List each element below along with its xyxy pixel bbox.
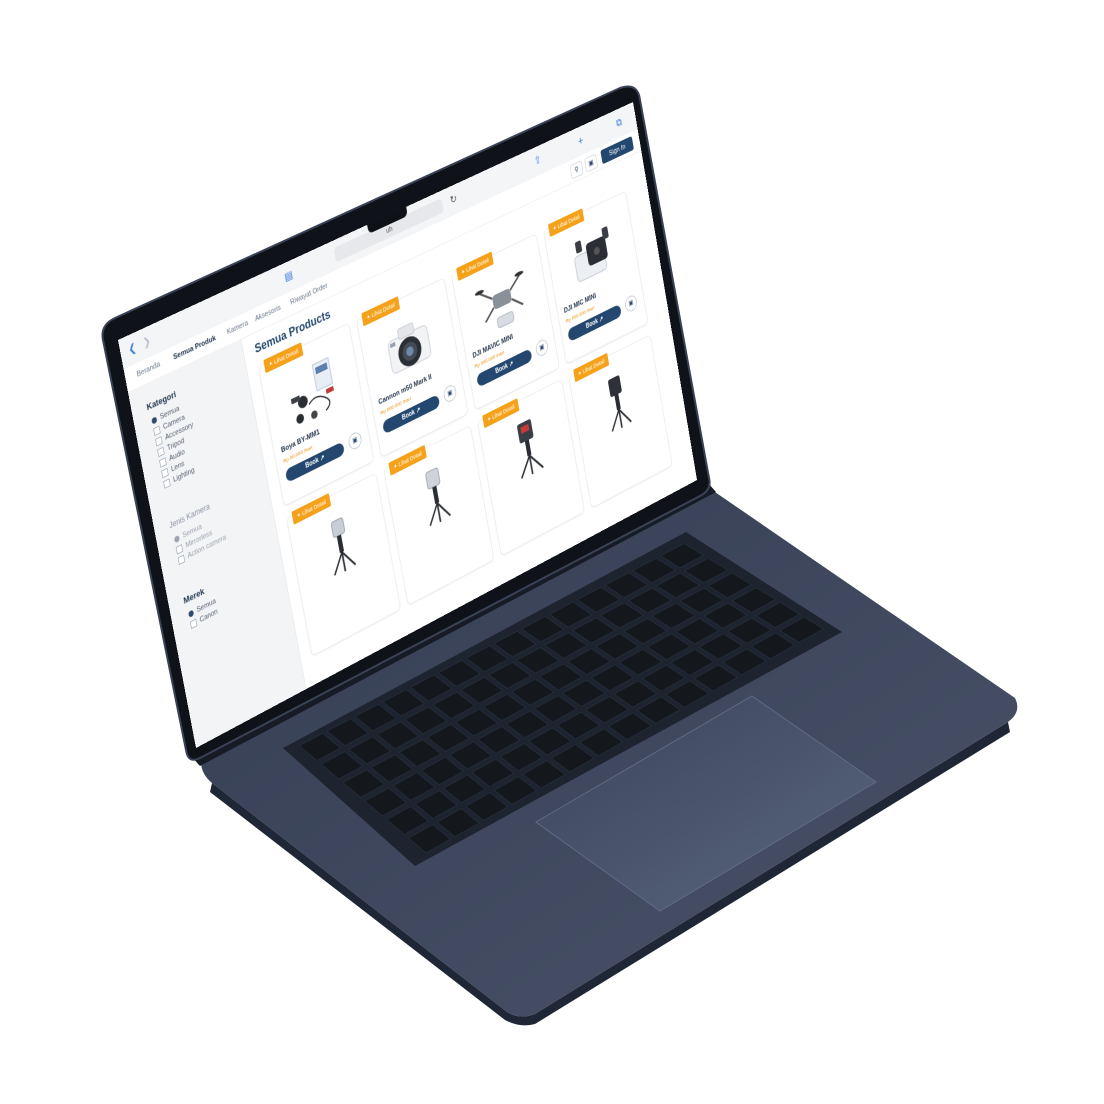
add-to-cart-icon[interactable]: ▣ [624, 293, 638, 313]
product-card[interactable]: ✦ Lihat Detail DJI MIC MINI Rp 000.000 /… [543, 191, 648, 365]
laptop-scene: ❮ ❯ ▤ uh ↻ ⇧ + ⧉ Beranda Semua Produk Ka… [0, 0, 1104, 1104]
jenis-kamera-title: Jenis Kamera [168, 501, 210, 530]
gimbal-icon [498, 406, 557, 488]
add-to-cart-icon[interactable]: ▣ [443, 383, 458, 404]
nav-aksesoris[interactable]: Aksesoris [254, 303, 281, 323]
gimbal-icon [405, 452, 466, 536]
nav-beranda[interactable]: Beranda [136, 360, 161, 379]
add-to-cart-icon[interactable]: ▣ [535, 337, 549, 358]
share-icon[interactable]: ⇧ [534, 154, 543, 168]
new-tab-icon[interactable]: + [577, 134, 584, 148]
product-card[interactable]: ✦ Lihat Detail DJI MAVIC MINI Rp 000.000… [451, 234, 560, 411]
back-icon[interactable]: ❮ [128, 342, 138, 357]
sidebar-icon[interactable]: ▤ [284, 269, 294, 284]
cart-icon[interactable]: ▣ [584, 154, 598, 173]
drone-icon [472, 260, 532, 342]
accessory-kit-icon [281, 351, 345, 436]
gimbal-icon [589, 361, 646, 442]
forward-icon[interactable]: ❯ [142, 335, 152, 350]
gimbal-icon [309, 501, 372, 586]
product-card[interactable]: ✦ Lihat Detail [286, 473, 401, 657]
product-card[interactable]: ✦ Lihat Detail [568, 334, 672, 508]
product-card[interactable]: ✦ Lihat Detail [383, 425, 494, 605]
add-to-cart-icon[interactable]: ▣ [347, 430, 362, 452]
product-card[interactable]: ✦ Lihat Detail [477, 379, 584, 556]
tabs-icon[interactable]: ⧉ [615, 116, 622, 130]
product-card[interactable]: ✦ Lihat Detail Boya BY-MM1 Rp 00.000 /ha… [258, 323, 374, 507]
microphone-kit-icon [564, 217, 622, 297]
reload-icon[interactable]: ↻ [449, 193, 458, 208]
nav-kamera[interactable]: Kamera [226, 319, 248, 337]
search-icon[interactable]: ⚲ [570, 160, 584, 179]
product-card[interactable]: ✦ Lihat Detail Cannon m50 Mark II Rp 000… [356, 278, 468, 458]
